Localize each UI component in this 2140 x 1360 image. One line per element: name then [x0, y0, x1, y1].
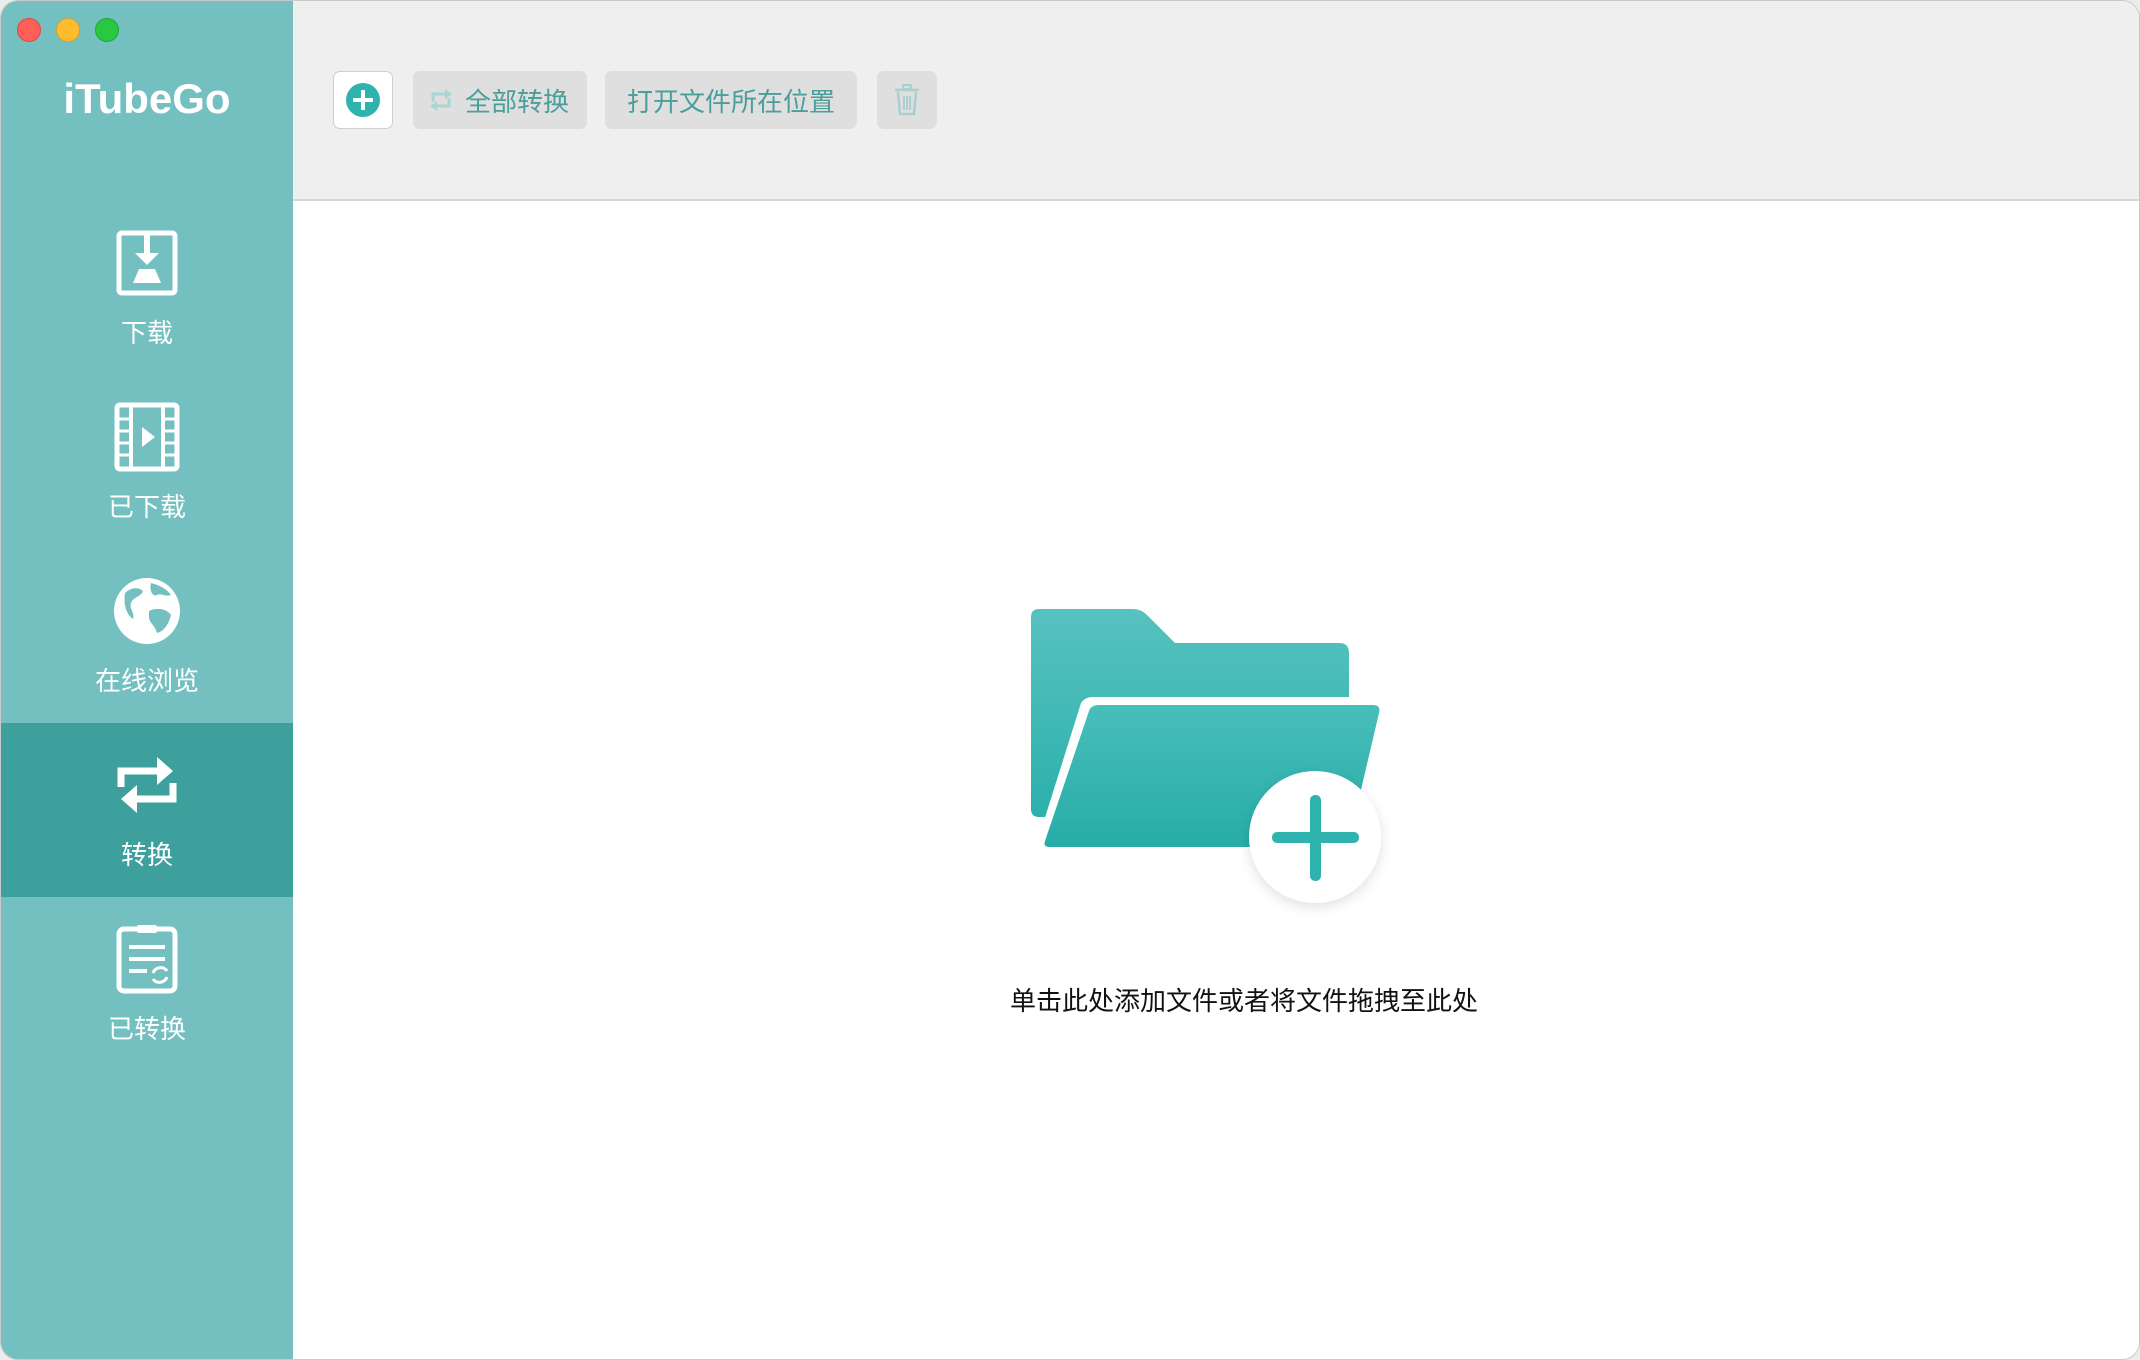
- toolbar: 全部转换 打开文件所在位置: [293, 1, 2139, 201]
- plus-circle-icon: [346, 83, 380, 117]
- film-icon: [114, 402, 180, 472]
- sidebar-item-download[interactable]: 下载: [1, 201, 293, 375]
- maximize-window-button[interactable]: [95, 18, 119, 42]
- convert-all-button[interactable]: 全部转换: [413, 71, 587, 129]
- refresh-icon: [430, 89, 452, 111]
- globe-icon: [114, 578, 180, 644]
- trash-icon: [895, 84, 919, 116]
- sidebar-item-convert[interactable]: 转换: [1, 723, 293, 897]
- convert-icon: [117, 757, 177, 813]
- sidebar-item-converted[interactable]: 已转换: [1, 897, 293, 1071]
- sidebar-item-label: 已下载: [107, 493, 186, 523]
- sidebar: iTubeGo 下载 已下载 在线浏览 转换 已转换: [1, 1, 293, 1359]
- add-file-button[interactable]: [333, 71, 393, 129]
- sidebar-item-label: 在线浏览: [94, 667, 199, 697]
- sidebar-item-label: 转换: [120, 841, 173, 871]
- folder-add-icon[interactable]: [1023, 609, 1415, 929]
- convert-all-label: 全部转换: [465, 87, 570, 118]
- main-content: 单击此处添加文件或者将文件拖拽至此处: [293, 201, 2139, 1359]
- sidebar-item-label: 已转换: [107, 1015, 186, 1045]
- open-file-location-button[interactable]: 打开文件所在位置: [605, 71, 857, 129]
- app-logo: iTubeGo: [63, 75, 231, 122]
- drop-hint-text: 单击此处添加文件或者将文件拖拽至此处: [1009, 987, 1478, 1017]
- close-window-button[interactable]: [17, 18, 41, 42]
- minimize-window-button[interactable]: [56, 18, 80, 42]
- sidebar-item-browse-online[interactable]: 在线浏览: [1, 549, 293, 723]
- converted-list-icon: [116, 925, 178, 994]
- sidebar-nav: 下载 已下载 在线浏览 转换 已转换: [1, 201, 293, 1071]
- sidebar-item-label: 下载: [120, 319, 173, 349]
- delete-button[interactable]: [877, 71, 937, 129]
- app-window: iTubeGo 下载 已下载 在线浏览 转换 已转换 全部转换 打开文件所在位置…: [0, 0, 2140, 1360]
- window-controls: [17, 18, 119, 42]
- download-icon: [116, 230, 178, 296]
- open-file-location-label: 打开文件所在位置: [626, 87, 835, 118]
- sidebar-item-downloaded[interactable]: 已下载: [1, 375, 293, 549]
